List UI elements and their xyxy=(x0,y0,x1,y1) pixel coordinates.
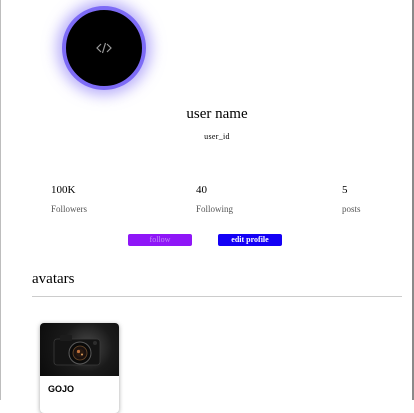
camera-photo-icon xyxy=(53,335,101,366)
section-divider xyxy=(32,296,402,297)
stat-followers: 100K Followers xyxy=(51,184,87,214)
stat-followers-value: 100K xyxy=(51,184,76,196)
stat-following-label: Following xyxy=(196,204,234,214)
stat-posts-value: 5 xyxy=(342,184,348,196)
avatar-card-name: GOJO xyxy=(48,384,75,394)
profile-username: user name xyxy=(186,106,248,122)
page-left-border xyxy=(0,0,1,400)
avatar-card-image xyxy=(40,323,119,376)
stat-following-value: 40 xyxy=(196,184,207,196)
follow-button[interactable]: follow xyxy=(128,234,192,246)
stat-posts: 5 posts xyxy=(342,184,361,214)
stat-following: 40 Following xyxy=(196,184,233,214)
stat-followers-label: Followers xyxy=(51,204,87,214)
avatars-section-title: avatars xyxy=(32,271,75,287)
profile-user-id: user_id xyxy=(204,132,230,141)
stat-posts-label: posts xyxy=(342,204,361,214)
edit-profile-button[interactable]: edit profile xyxy=(218,234,282,246)
profile-avatar[interactable] xyxy=(62,6,146,90)
code-icon xyxy=(96,42,112,54)
